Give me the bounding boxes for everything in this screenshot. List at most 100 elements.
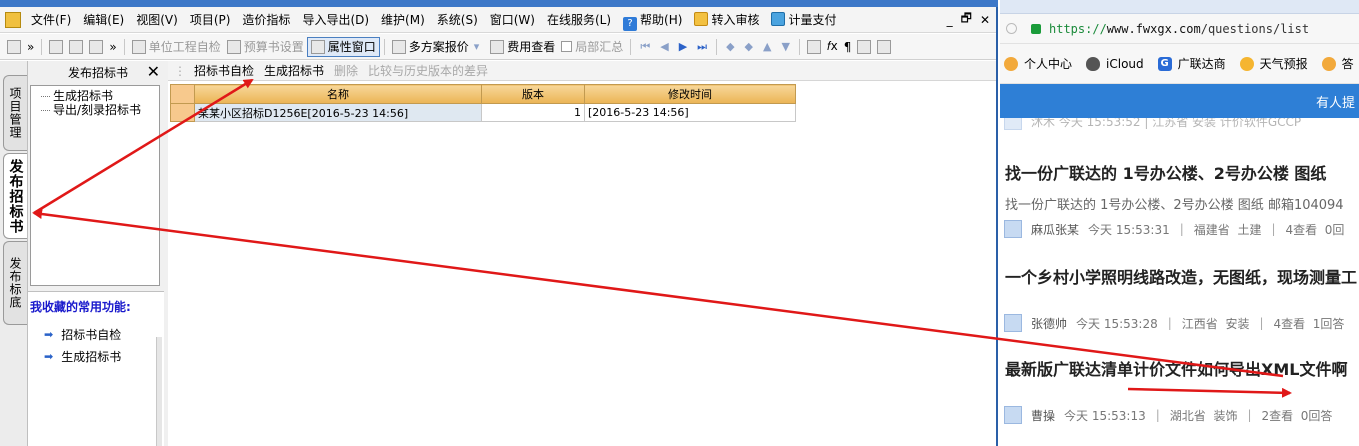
tree-item-export-burn-tender[interactable]: 导出/刻录招标书	[37, 103, 159, 117]
table-row[interactable]: 某某小区招标D1256E[2016-5-23 14:56] 1 [2016-5-…	[170, 103, 796, 122]
menu-cost-index[interactable]: 造价指标	[236, 9, 296, 31]
meta-separator: |	[1259, 316, 1264, 330]
multi-scheme-quote-button[interactable]: 多方案报价 ▾	[389, 37, 488, 57]
menu-measure-pay[interactable]: 计量支付	[765, 9, 842, 31]
question-title[interactable]: 最新版广联达清单计价文件如何导出XML文件啊	[1005, 356, 1347, 380]
site-banner[interactable]: 有人提	[1000, 84, 1359, 118]
question-title[interactable]: 一个乡村小学照明线路改造，无图纸，现场测量工	[1005, 264, 1357, 288]
move-down-icon[interactable]: ▼	[781, 40, 789, 53]
tab-tender-self-check[interactable]: 招标书自检	[189, 62, 259, 79]
vtab-publish-bid-base[interactable]: 发布标底	[3, 241, 27, 325]
copy-icon[interactable]	[69, 39, 84, 54]
payment-icon	[771, 11, 786, 26]
question-views: 2查看	[1261, 408, 1294, 423]
toolbar-separator	[383, 38, 385, 55]
toolbar-overflow-1[interactable]: »	[24, 37, 37, 57]
menu-project[interactable]: 项目(P)	[184, 9, 237, 31]
question-category: 土建	[1237, 222, 1262, 237]
partial-summary-checkbox[interactable]	[561, 41, 573, 52]
next-record-icon[interactable]: ▶	[679, 40, 687, 53]
last-record-icon[interactable]: ⏭	[697, 40, 707, 54]
menu-file[interactable]: 文件(F)	[25, 9, 77, 31]
col-header-name[interactable]: 名称	[194, 84, 482, 104]
question-meta: 麻瓜张某 今天 15:53:31 | 福建省 土建 | 4查看 0回	[1004, 220, 1344, 238]
menu-help[interactable]: ? 帮助(H)	[617, 9, 688, 31]
panel-title: 发布招标书	[67, 65, 128, 80]
bookmark-icloud[interactable]: iCloud	[1086, 56, 1144, 71]
tree-item-generate-tender[interactable]: 生成招标书	[37, 89, 159, 103]
bookmark-weather[interactable]: 天气预报	[1239, 55, 1308, 72]
bookmark-personal-center[interactable]: 个人中心	[1004, 55, 1072, 72]
bookmark-glodon-store[interactable]: G 广联达商	[1157, 55, 1226, 72]
menu-transfer-review[interactable]: 转入审核	[688, 9, 765, 31]
person-icon	[1004, 56, 1018, 71]
previous-record-icon[interactable]: ◀	[660, 40, 668, 53]
menu-edit[interactable]: 编辑(E)	[77, 9, 130, 31]
url-text[interactable]: https://www.fwxgx.com/questions/list	[1049, 22, 1309, 36]
close-button[interactable]: ✕	[980, 13, 990, 27]
partial-summary-toggle[interactable]: 局部汇总	[558, 37, 626, 57]
property-window-button[interactable]: 属性窗口	[306, 36, 380, 57]
menu-window[interactable]: 窗口(W)	[484, 9, 541, 31]
new-file-icon[interactable]	[7, 39, 21, 54]
question-user[interactable]: 张德帅	[1031, 315, 1067, 332]
url-path: /questions/list	[1200, 21, 1310, 36]
col-header-version[interactable]: 版本	[481, 84, 585, 104]
menu-view[interactable]: 视图(V)	[130, 9, 184, 31]
grip-icon: ⋮	[174, 63, 186, 78]
pilcrow-button[interactable]: ¶	[841, 37, 855, 57]
formula-button[interactable]: 𝑓x	[824, 37, 841, 57]
action-tab-strip: ⋮ 招标书自检 生成招标书 删除 比较与历史版本的差异	[168, 61, 996, 81]
grid-corner	[170, 84, 195, 104]
address-bar[interactable]: https://www.fwxgx.com/questions/list	[1000, 14, 1359, 44]
bookmark-answer[interactable]: 答	[1321, 55, 1354, 72]
menu-system[interactable]: 系统(S)	[431, 9, 484, 31]
tab-compare-history[interactable]: 比较与历史版本的差异	[363, 62, 493, 79]
unit-project-check-button[interactable]: 单位工程自检	[129, 37, 224, 57]
url-scheme: https://	[1049, 21, 1107, 36]
budget-settings-button[interactable]: 预算书设置	[224, 37, 307, 57]
cut-icon[interactable]	[49, 39, 64, 54]
toolbar-separator	[798, 38, 800, 55]
question-user[interactable]: 麻瓜张某	[1031, 221, 1079, 238]
move-left-icon[interactable]: ◆	[726, 40, 734, 53]
monitor-icon[interactable]	[877, 39, 892, 54]
title-bar[interactable]	[0, 0, 998, 7]
app-logo-icon	[5, 11, 21, 28]
cell-version[interactable]: 1	[481, 103, 585, 122]
row-header[interactable]	[170, 103, 195, 122]
minimize-button[interactable]: _	[947, 13, 953, 27]
calculator-icon[interactable]	[806, 39, 821, 54]
vtab-publish-tender[interactable]: 发布招标书	[3, 153, 27, 239]
tab-delete[interactable]: 删除	[329, 62, 363, 79]
fav-item-tender-self-check[interactable]: ➡ 招标书自检	[28, 323, 164, 345]
move-up-icon[interactable]: ▲	[763, 40, 771, 53]
toolbar-overflow-2[interactable]: »	[106, 37, 119, 57]
fav-item-generate-tender[interactable]: ➡ 生成招标书	[28, 345, 164, 367]
favorites-scrollbar[interactable]	[156, 337, 162, 446]
toolbar-separator	[41, 38, 43, 55]
restore-button[interactable]: 🗗	[961, 9, 972, 30]
arrow-right-icon: ➡	[44, 327, 54, 341]
reload-icon[interactable]	[1006, 23, 1017, 34]
menu-maintain[interactable]: 维护(M)	[375, 9, 431, 31]
fee-view-button[interactable]: 费用查看	[487, 37, 558, 57]
panel-close-icon[interactable]: ✕	[147, 62, 160, 82]
question-answers: 0回	[1324, 222, 1345, 237]
tab-generate-tender[interactable]: 生成招标书	[259, 62, 329, 79]
question-title[interactable]: 找一份广联达的 1号办公楼、2号办公楼 图纸	[1005, 160, 1326, 184]
menu-import-export[interactable]: 导入导出(D)	[296, 9, 375, 31]
fav-item-label: 生成招标书	[61, 349, 122, 364]
move-right-icon[interactable]: ◆	[745, 40, 753, 53]
partial-summary-label: 局部汇总	[575, 40, 624, 54]
cell-name[interactable]: 某某小区招标D1256E[2016-5-23 14:56]	[194, 103, 482, 122]
cell-modified[interactable]: [2016-5-23 14:56]	[584, 103, 796, 122]
menu-online-service[interactable]: 在线服务(L)	[541, 9, 617, 31]
cube-icon[interactable]	[857, 39, 872, 54]
paste-icon[interactable]	[89, 39, 104, 54]
col-header-modified[interactable]: 修改时间	[584, 84, 796, 104]
budget-settings-label: 预算书设置	[243, 40, 304, 54]
vtab-project-management[interactable]: 项目管理	[3, 75, 27, 151]
question-user[interactable]: 曹操	[1031, 407, 1055, 424]
first-record-icon[interactable]: ⏮	[640, 40, 650, 54]
